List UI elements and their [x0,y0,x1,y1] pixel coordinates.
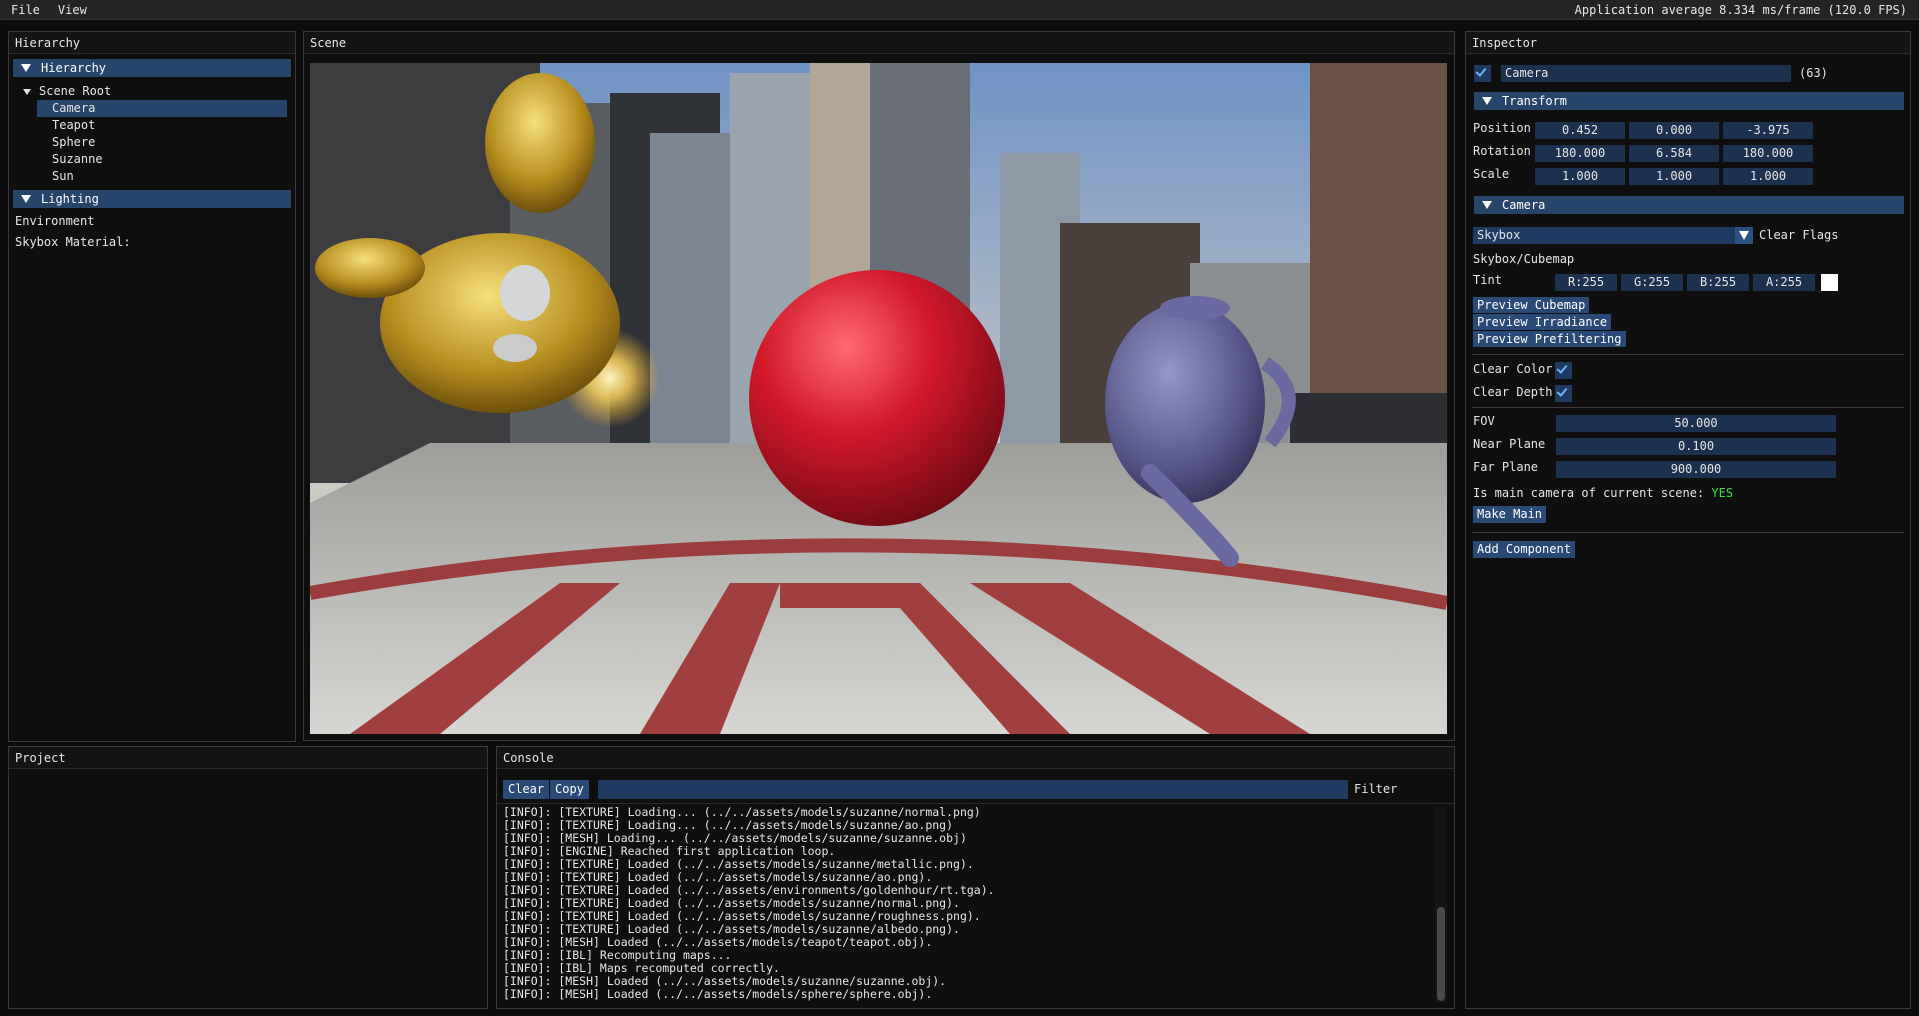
separator [1472,354,1904,355]
preview-cubemap-button[interactable]: Preview Cubemap [1473,297,1590,313]
position-label: Position [1473,121,1531,135]
console-panel: Console Clear Copy Filter [INFO]: [TEXTU… [496,746,1455,1009]
project-panel: Project [8,746,488,1009]
tree-item-sun[interactable]: Sun [37,168,287,185]
clear-flags-dropdown[interactable]: Skybox [1473,227,1753,244]
tree-node-label: Scene Root [39,84,112,98]
clear-depth-label: Clear Depth [1473,385,1553,399]
scale-z-field[interactable]: 1.000 [1723,168,1813,185]
near-plane-field[interactable]: 0.100 [1556,438,1836,455]
console-line: [INFO]: [MESH] Loaded (../../assets/mode… [503,987,933,1001]
collapse-arrow-icon [21,64,31,72]
scene-viewport[interactable] [310,63,1447,734]
inspector-panel-title: Inspector [1466,32,1910,54]
clear-color-label: Clear Color [1473,362,1553,376]
skybox-cubemap-label: Skybox/Cubemap [1473,252,1575,266]
console-log: [INFO]: [TEXTURE] Loading... (../../asse… [503,806,1453,1001]
console-copy-button[interactable]: Copy [550,780,589,799]
position-y-field[interactable]: 0.000 [1629,122,1719,139]
check-icon [1475,65,1487,77]
object-name-field[interactable]: Camera [1501,65,1791,82]
tree-item-sphere[interactable]: Sphere [37,134,287,151]
hierarchy-panel: Hierarchy Hierarchy Scene Root Camera Te… [8,31,296,742]
tint-label: Tint [1473,273,1502,287]
tint-r-field[interactable]: R:255 [1555,274,1617,291]
object-enabled-checkbox[interactable] [1474,65,1491,82]
separator [1472,532,1904,533]
make-main-button[interactable]: Make Main [1473,506,1547,523]
tree-node-scene-root[interactable]: Scene Root [9,83,295,100]
scale-y-field[interactable]: 1.000 [1629,168,1719,185]
lighting-section-label: Lighting [41,192,99,206]
preview-prefiltering-button[interactable]: Preview Prefiltering [1473,331,1626,347]
console-clear-button[interactable]: Clear [503,780,550,799]
collapse-arrow-icon [1482,201,1492,209]
lighting-section-header[interactable]: Lighting [13,190,291,208]
position-z-field[interactable]: -3.975 [1723,122,1813,139]
menu-bar: File View Application average 8.334 ms/f… [0,0,1919,20]
console-panel-title: Console [497,747,1454,769]
tint-g-field[interactable]: G:255 [1621,274,1683,291]
tree-item-camera[interactable]: Camera [37,100,287,117]
menu-file[interactable]: File [0,0,47,20]
separator [497,803,1454,804]
tree-item-teapot[interactable]: Teapot [37,117,287,134]
rotation-label: Rotation [1473,144,1531,158]
skybox-material-label: Skybox Material: [15,235,131,249]
collapse-arrow-icon [21,195,31,203]
collapse-arrow-icon [1482,97,1492,105]
console-scrollbar-thumb[interactable] [1437,907,1445,1001]
tree-expand-icon [23,88,31,95]
far-plane-label: Far Plane [1473,460,1539,474]
main-camera-value: YES [1711,486,1734,500]
add-component-button[interactable]: Add Component [1473,541,1575,558]
transform-section-label: Transform [1502,94,1568,108]
console-filter-input[interactable] [598,780,1348,799]
camera-section-header[interactable]: Camera [1474,196,1904,214]
scale-label: Scale [1473,167,1510,181]
main-camera-label: Is main camera of current scene: [1473,486,1705,500]
project-panel-title: Project [9,747,487,769]
preview-irradiance-button[interactable]: Preview Irradiance [1473,314,1612,330]
clear-depth-checkbox[interactable] [1555,385,1572,402]
tree-item-suzanne[interactable]: Suzanne [37,151,287,168]
fov-field[interactable]: 50.000 [1556,415,1836,432]
check-icon [1556,385,1568,397]
fps-readout: Application average 8.334 ms/frame (120.… [1574,3,1907,17]
camera-section-label: Camera [1502,198,1546,212]
inspector-panel: Inspector Camera (63) Transform Position… [1465,31,1911,1009]
hierarchy-section-header[interactable]: Hierarchy [13,59,291,77]
rotation-y-field[interactable]: 6.584 [1629,145,1719,162]
scene-panel-title: Scene [304,32,1454,54]
console-filter-label: Filter [1354,782,1398,796]
tint-a-field[interactable]: A:255 [1753,274,1815,291]
menu-view[interactable]: View [47,0,94,20]
dropdown-arrow-icon [1735,227,1753,244]
near-plane-label: Near Plane [1473,437,1546,451]
scale-x-field[interactable]: 1.000 [1535,168,1625,185]
clear-flags-value: Skybox [1477,228,1521,242]
clear-color-checkbox[interactable] [1555,362,1572,379]
rotation-z-field[interactable]: 180.000 [1723,145,1813,162]
position-x-field[interactable]: 0.452 [1535,122,1625,139]
main-camera-status: Is main camera of current scene: YES [1473,485,1733,502]
rotation-x-field[interactable]: 180.000 [1535,145,1625,162]
far-plane-field[interactable]: 900.000 [1556,461,1836,478]
fov-label: FOV [1473,414,1495,428]
transform-section-header[interactable]: Transform [1474,92,1904,110]
hierarchy-panel-title: Hierarchy [9,32,295,54]
scene-render [310,63,1447,734]
tint-color-swatch[interactable] [1821,274,1838,291]
separator [1472,407,1904,408]
object-id: (63) [1799,66,1828,80]
check-icon [1556,362,1568,374]
tint-b-field[interactable]: B:255 [1687,274,1749,291]
hierarchy-section-label: Hierarchy [41,61,107,75]
environment-label: Environment [15,214,95,228]
scene-panel: Scene [303,31,1455,741]
clear-flags-label: Clear Flags [1759,228,1839,242]
console-scrollbar[interactable] [1435,807,1447,1003]
